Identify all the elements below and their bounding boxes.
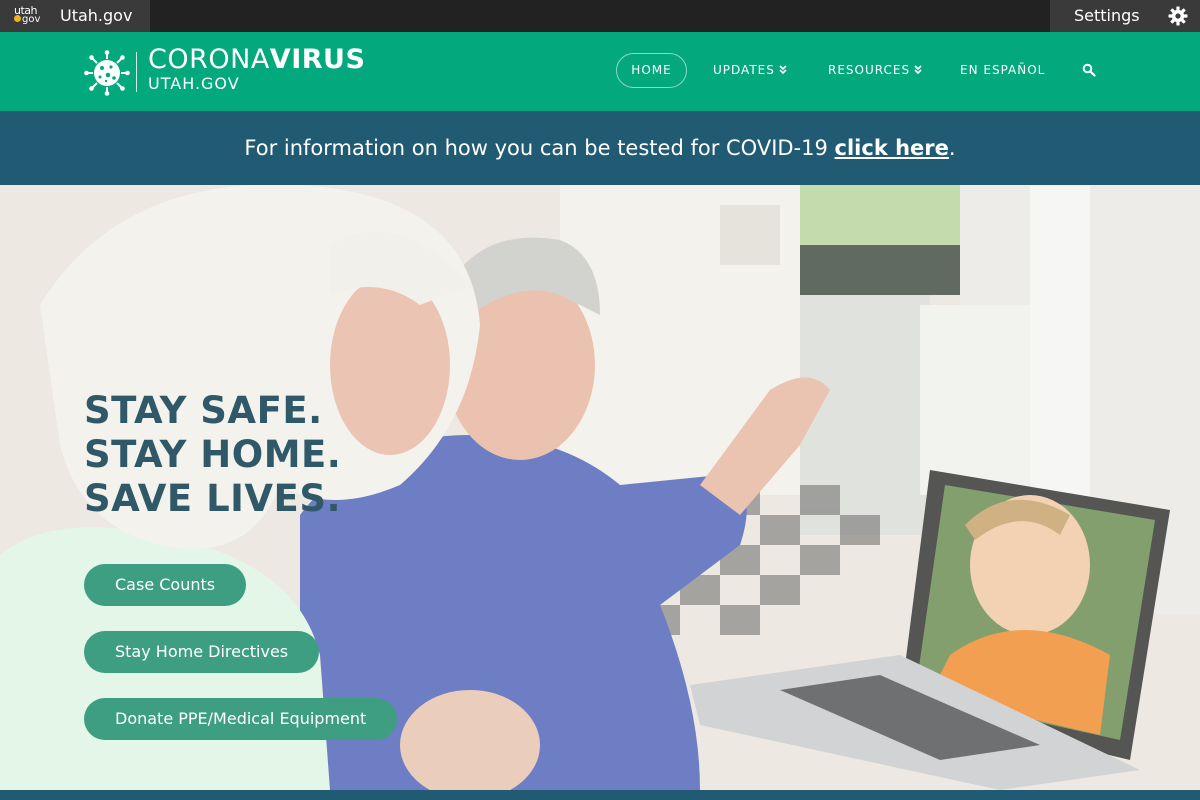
settings-label: Settings [1074, 6, 1140, 25]
chevron-double-down-icon [914, 65, 922, 75]
nav-updates-label: UPDATES [713, 63, 775, 77]
settings-button[interactable]: Settings [1050, 0, 1200, 32]
utah-logo-dot [14, 15, 21, 22]
nav-en-espanol[interactable]: EN ESPAÑOL [960, 53, 1045, 88]
site-logo-title[interactable]: CORONAVIRUS [148, 44, 365, 76]
nav-resources-label: RESOURCES [828, 63, 911, 77]
banner-suffix: . [948, 136, 956, 160]
nav-home[interactable]: HOME [616, 53, 687, 88]
logo-title-light: CORONA [148, 44, 270, 75]
site-header: CORONAVIRUS UTAH.GOV HOME UPDATES RESOUR… [0, 32, 1200, 111]
utah-gov-topbar: utah gov Utah.gov Settings [0, 0, 1200, 32]
hero-headline: STAY SAFE. STAY HOME. SAVE LIVES. [84, 389, 341, 521]
nav-updates[interactable]: UPDATES [713, 53, 787, 88]
case-counts-button[interactable]: Case Counts [84, 564, 247, 606]
site-logo-subtitle: UTAH.GOV [148, 74, 240, 93]
utah-gov-brand-link[interactable]: utah gov Utah.gov [0, 0, 150, 32]
utah-gov-logo: utah gov [14, 4, 41, 25]
donate-ppe-button[interactable]: Donate PPE/Medical Equipment [84, 698, 398, 740]
banner-message: For information on how you can be tested… [244, 136, 835, 160]
hero-section: STAY SAFE. STAY HOME. SAVE LIVES. Case C… [0, 185, 1200, 790]
stay-home-directives-button[interactable]: Stay Home Directives [84, 631, 320, 673]
footer-strip [0, 790, 1200, 800]
headline-line-stay-home: STAY HOME. [84, 433, 342, 476]
banner-click-here-link[interactable]: click here [835, 136, 949, 160]
headline-line-save-lives: SAVE LIVES. [84, 477, 342, 520]
virus-icon[interactable] [84, 50, 130, 96]
nav-resources[interactable]: RESOURCES [828, 53, 922, 88]
testing-info-banner: For information on how you can be tested… [0, 111, 1200, 185]
gear-icon [1168, 6, 1188, 26]
logo-title-bold: VIRUS [269, 44, 366, 75]
logo-divider [136, 52, 137, 92]
banner-text: For information on how you can be tested… [0, 134, 1200, 162]
topbar-title: Utah.gov [60, 6, 133, 25]
search-icon[interactable] [1082, 63, 1096, 77]
headline-line-stay-safe: STAY SAFE. [84, 389, 323, 432]
chevron-double-down-icon [779, 65, 787, 75]
